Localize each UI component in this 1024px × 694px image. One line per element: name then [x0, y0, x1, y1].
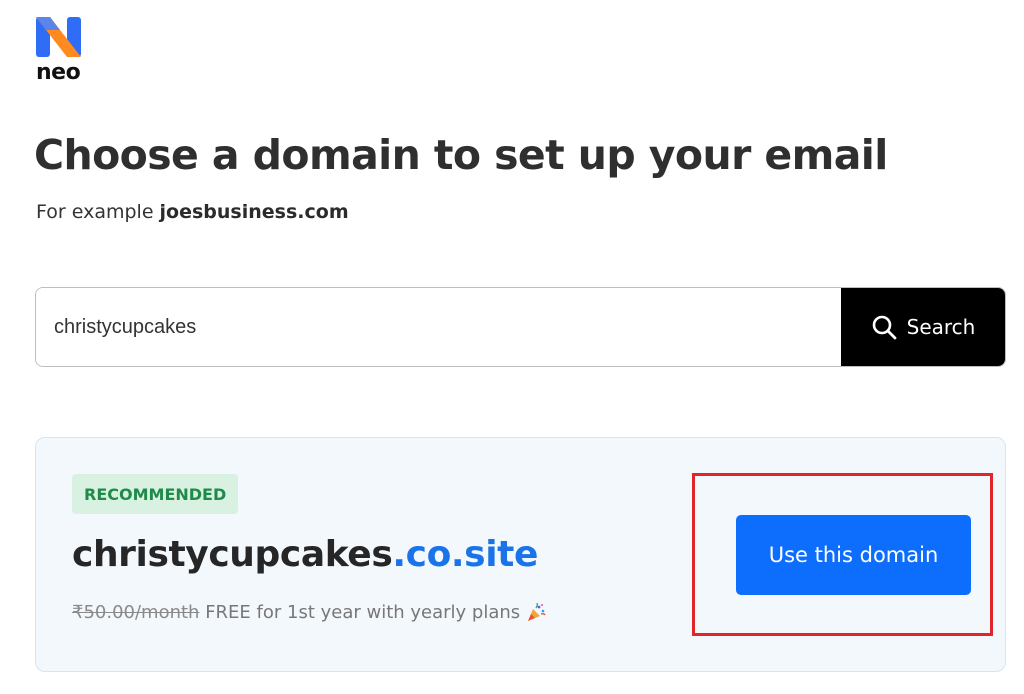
- domain-tld: .co.site: [392, 534, 538, 575]
- domain-search-input[interactable]: [36, 288, 841, 366]
- search-button-label: Search: [906, 315, 976, 339]
- search-button[interactable]: Search: [841, 288, 1005, 366]
- domain-name: christycupcakes.co.site: [72, 530, 538, 580]
- neo-logo-icon: [36, 17, 81, 57]
- offer-text: FREE for 1st year with yearly plans: [199, 602, 521, 623]
- brand-name: neo: [36, 60, 81, 85]
- party-popper-icon: [528, 603, 546, 621]
- brand-logo: neo: [34, 14, 88, 86]
- domain-base: christycupcakes: [72, 534, 393, 575]
- page-title: Choose a domain to set up your email: [34, 131, 888, 179]
- search-icon: [872, 315, 897, 340]
- price-line: ₹50.00/month FREE for 1st year with year…: [72, 599, 546, 627]
- old-price: ₹50.00/month: [72, 602, 200, 623]
- domain-search-bar: Search: [35, 287, 1006, 367]
- recommended-badge: RECOMMENDED: [72, 474, 239, 514]
- subtitle-example: joesbusiness.com: [159, 201, 349, 223]
- subtitle-prefix: For example: [36, 201, 160, 223]
- use-this-domain-button[interactable]: Use this domain: [736, 515, 971, 595]
- page-subtitle: For example joesbusiness.com: [36, 198, 349, 226]
